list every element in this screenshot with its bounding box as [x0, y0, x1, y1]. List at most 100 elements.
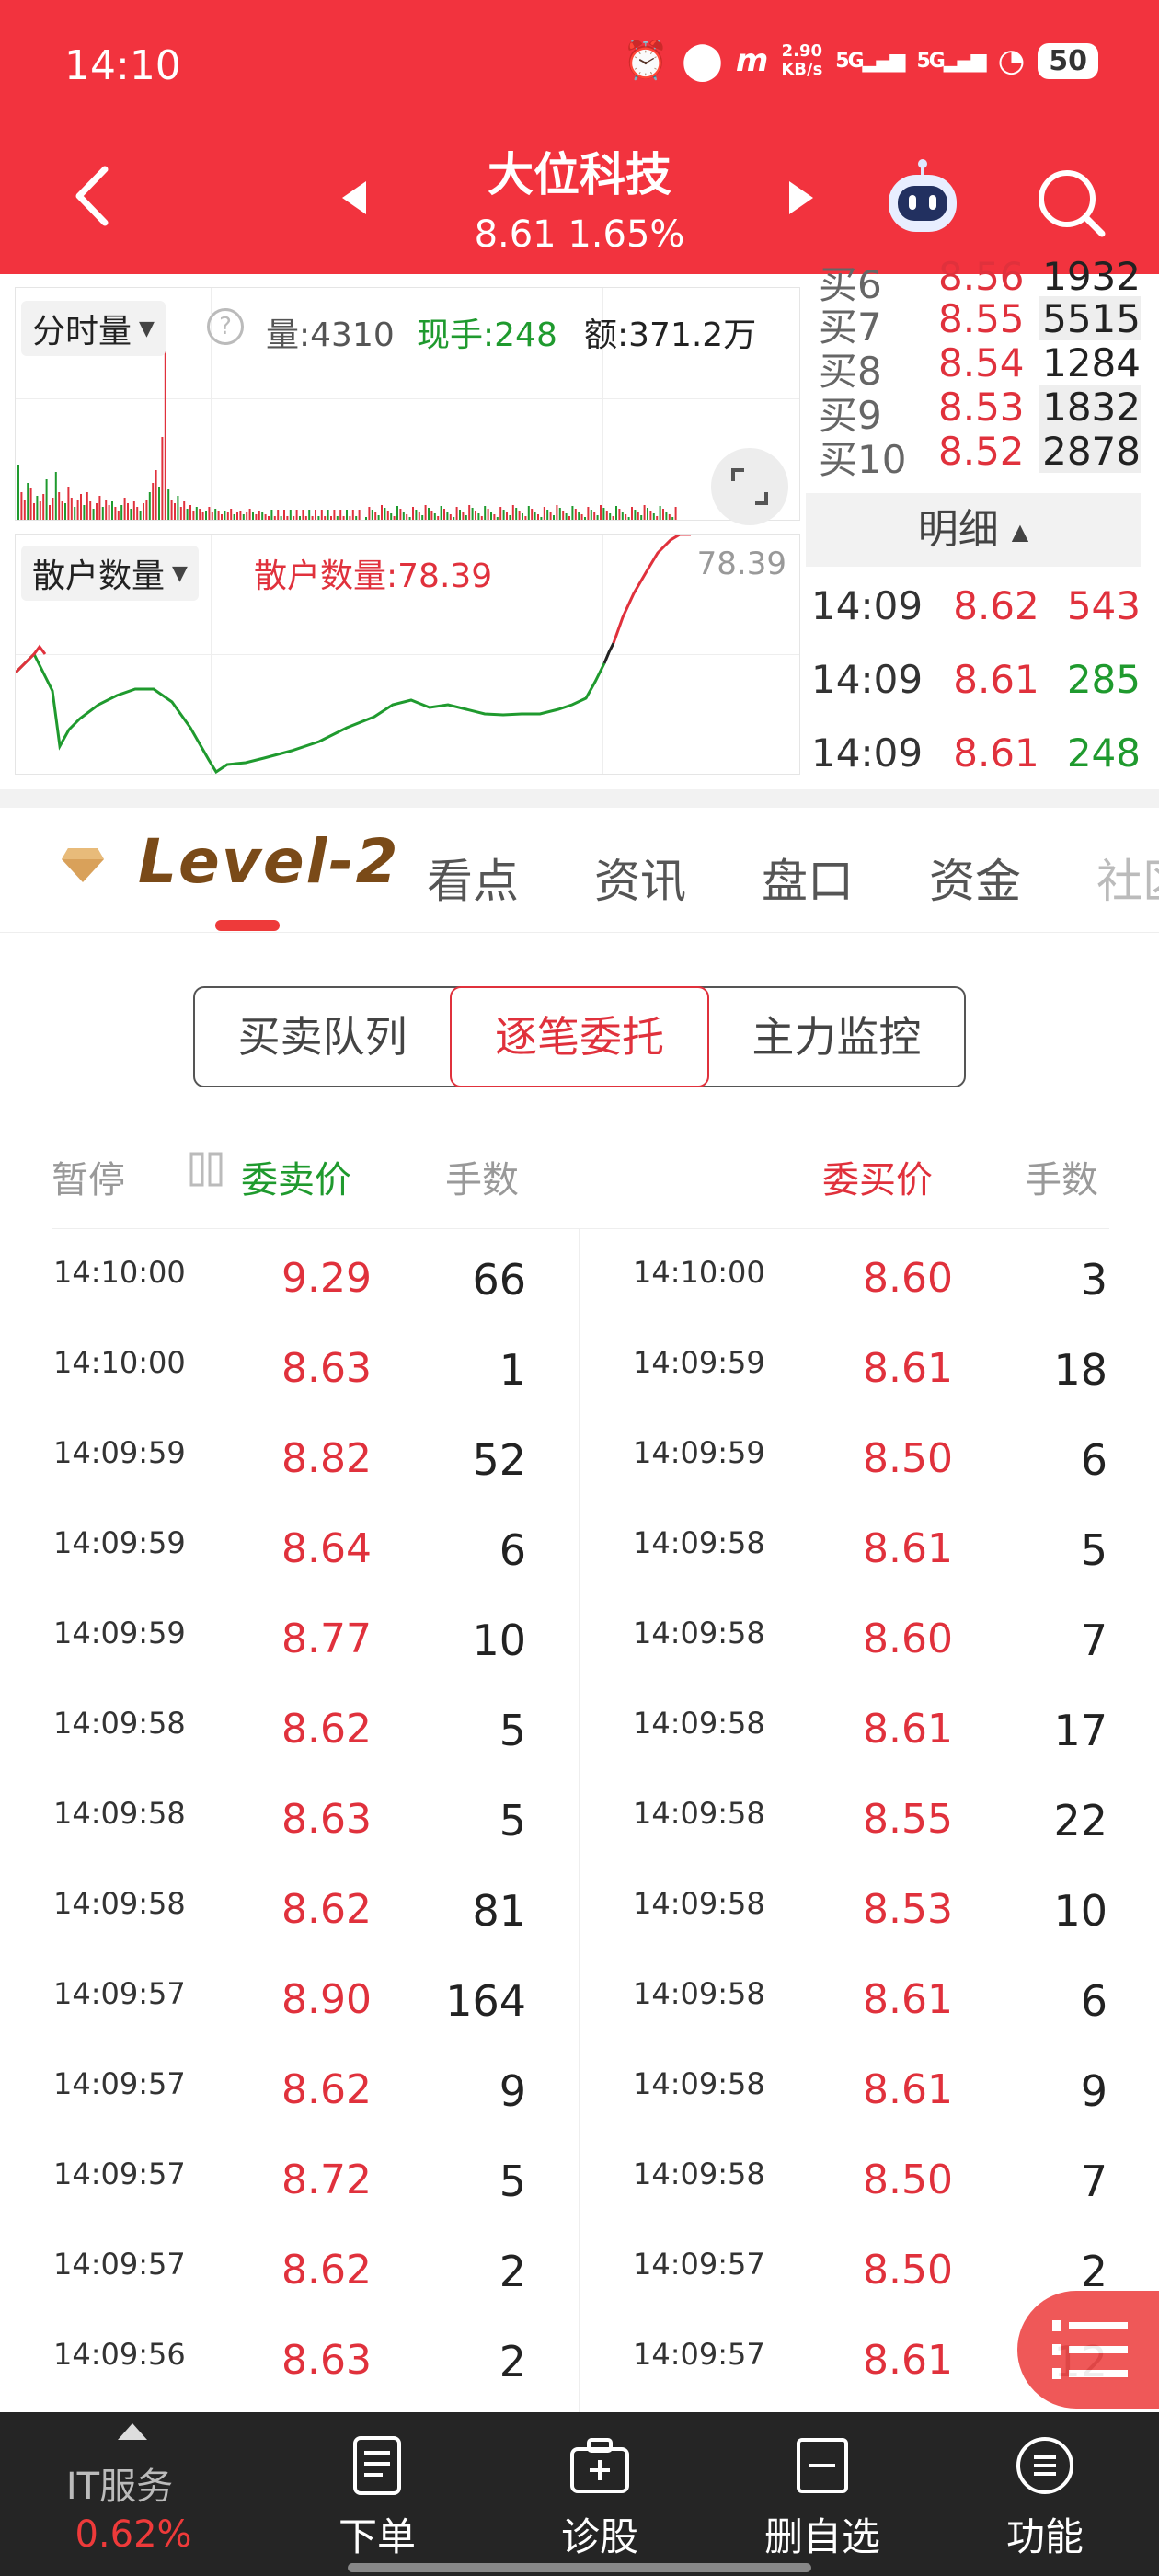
- volume-bar: [45, 479, 48, 520]
- retail-selector[interactable]: 散户数量 ▼: [21, 546, 199, 601]
- floating-menu-button[interactable]: [1017, 2291, 1159, 2409]
- volume-bar: [418, 512, 420, 520]
- order-row: 14:10:00 8.63 1 14:09:59 8.61 18: [0, 1323, 1159, 1413]
- sell-time: 14:09:58: [53, 1796, 186, 1831]
- volume-bar: [449, 514, 452, 520]
- pause-label[interactable]: 暂停: [52, 1150, 125, 1203]
- volume-bar: [440, 506, 442, 520]
- volume-bar: [67, 487, 70, 520]
- volume-bar: [324, 516, 327, 520]
- volume-bar: [98, 496, 101, 520]
- volume-bar: [351, 510, 354, 520]
- tab-community[interactable]: 社区: [1096, 845, 1159, 911]
- volume-bar: [189, 505, 191, 520]
- nav-functions[interactable]: 功能: [953, 2412, 1137, 2576]
- segment-main-force[interactable]: 主力监控: [709, 988, 964, 1086]
- buy-volume: 7: [1080, 1616, 1107, 1665]
- buy-time: 14:09:58: [633, 2156, 765, 2191]
- buy-time: 14:09:58: [633, 1616, 765, 1650]
- sell-price: 8.62: [281, 1706, 372, 1753]
- buy-price: 8.60: [863, 1616, 953, 1662]
- tab-capital[interactable]: 资金: [929, 845, 1021, 911]
- nav-place-order[interactable]: 下单: [285, 2412, 469, 2576]
- home-indicator[interactable]: [348, 2563, 811, 2572]
- sell-price: 8.62: [281, 2247, 372, 2294]
- volume-bar: [531, 509, 534, 520]
- sell-price: 8.72: [281, 2156, 372, 2203]
- robot-assistant-icon[interactable]: [881, 158, 964, 241]
- buy-volume: 6: [1080, 1976, 1107, 2026]
- sell-time: 14:09:59: [53, 1616, 186, 1650]
- volume-bar: [556, 505, 558, 520]
- volume-bar: [446, 512, 449, 520]
- buy-time: 14:09:58: [633, 1976, 765, 2011]
- volume-bar: [428, 508, 430, 520]
- pause-icon[interactable]: [189, 1152, 223, 1187]
- buy-price: 8.50: [863, 1435, 953, 1482]
- volume-bar: [33, 503, 35, 520]
- next-stock-icon[interactable]: [787, 179, 815, 216]
- volume-bar: [493, 514, 496, 520]
- volume-bar: [239, 511, 242, 520]
- buy-time: 14:09:58: [633, 1886, 765, 1921]
- volume-bar: [183, 501, 186, 520]
- volume-bar: [29, 488, 32, 520]
- sell-volume: 5: [499, 1706, 526, 1755]
- location-icon: ⬤: [682, 40, 723, 82]
- nav-remove-watchlist[interactable]: 删自选: [730, 2412, 914, 2576]
- sell-time: 14:09:57: [53, 1976, 186, 2011]
- tab-active-indicator: [215, 920, 280, 931]
- volume-bar: [402, 512, 405, 520]
- sell-time: 14:10:00: [53, 1255, 186, 1290]
- volume-bar: [61, 501, 63, 520]
- sell-volume: 52: [472, 1435, 526, 1485]
- volume-bar: [264, 514, 267, 520]
- nav-diagnose[interactable]: 诊股: [508, 2412, 692, 2576]
- volume-bar: [605, 511, 608, 520]
- volume-bar: [374, 512, 377, 520]
- volume-bar: [17, 465, 19, 520]
- buy-price: 8.60: [863, 1255, 953, 1302]
- sell-price: 8.63: [281, 1345, 372, 1392]
- volume-bar: [117, 511, 120, 520]
- volume-bar: [490, 512, 492, 520]
- sell-time: 14:09:58: [53, 1706, 186, 1741]
- volume-bar: [565, 513, 568, 520]
- search-icon[interactable]: [1034, 166, 1107, 239]
- volume-bar: [377, 515, 380, 520]
- sell-volume: 6: [499, 1525, 526, 1575]
- volume-bar: [365, 517, 367, 520]
- volume-bar: [252, 512, 254, 520]
- volume-bar: [358, 510, 361, 520]
- volume-selector[interactable]: 分时量 ▼: [21, 301, 166, 356]
- sell-volume: 2: [499, 2337, 526, 2386]
- segment-order-by-order[interactable]: 逐笔委托: [450, 986, 709, 1087]
- buy-price: 8.50: [863, 2156, 953, 2203]
- tab-order-book[interactable]: 盘口: [762, 845, 854, 911]
- volume-bar: [83, 505, 86, 520]
- order-book-row: 买8 8.54 1284: [819, 340, 1141, 394]
- segment-bid-ask-queue[interactable]: 买卖队列: [195, 988, 450, 1086]
- tab-level2[interactable]: Level-2: [138, 826, 400, 897]
- volume-bar: [477, 513, 480, 520]
- volume-bar: [615, 506, 617, 520]
- nav-related-stock[interactable]: IT服务 0.62%: [0, 2412, 276, 2576]
- trade-detail-row: 14:09 8.61 248: [811, 730, 1141, 776]
- expand-button[interactable]: [711, 448, 788, 525]
- detail-header[interactable]: 明细 ▲: [806, 493, 1141, 567]
- trade-detail-row: 14:09 8.61 285: [811, 656, 1141, 702]
- volume-bar: [396, 506, 398, 520]
- help-icon[interactable]: ?: [207, 308, 244, 345]
- tab-news[interactable]: 资讯: [594, 845, 686, 911]
- volume-bar: [475, 511, 476, 520]
- sell-price: 9.29: [281, 1255, 372, 1302]
- volume-bar: [268, 516, 270, 520]
- volume-bar: [277, 510, 280, 520]
- volume-bar: [295, 510, 298, 520]
- sell-price: 8.77: [281, 1616, 372, 1662]
- caret-up-icon: ▲: [1011, 519, 1029, 545]
- volume-info: 量:4310: [266, 316, 395, 354]
- tab-highlights[interactable]: 看点: [427, 845, 519, 911]
- order-row: 14:09:568.63214:09:578.6112: [0, 2315, 1159, 2405]
- volume-bar: [571, 506, 574, 520]
